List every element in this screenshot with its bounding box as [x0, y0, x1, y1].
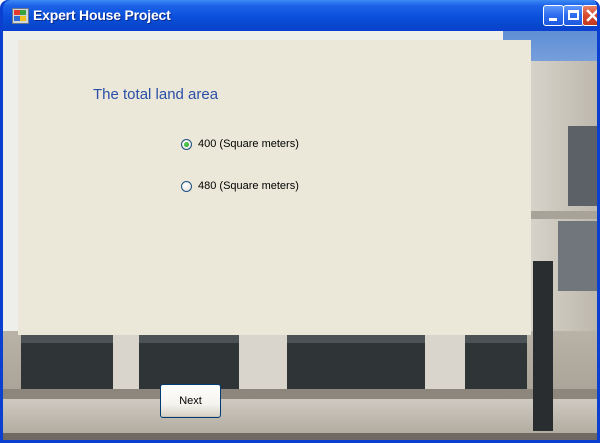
minimize-icon — [549, 18, 557, 21]
question-label: The total land area — [93, 86, 219, 103]
window-title: Expert House Project — [33, 7, 171, 23]
app-window: Expert House Project The total land area… — [0, 0, 600, 443]
maximize-button[interactable] — [563, 5, 584, 26]
next-button[interactable]: Next — [160, 384, 221, 418]
maximize-icon — [568, 10, 579, 20]
option-480-label[interactable]: 480 (Square meters) — [198, 180, 299, 192]
close-button[interactable] — [582, 5, 597, 26]
minimize-button[interactable] — [543, 5, 564, 26]
radio-selected-icon[interactable] — [181, 138, 192, 150]
option-400-label[interactable]: 400 (Square meters) — [198, 138, 299, 150]
client-area: The total land area 400 (Square meters) … — [3, 31, 597, 440]
option-400-radio[interactable]: 400 (Square meters) — [181, 136, 299, 152]
question-panel: The total land area 400 (Square meters) … — [18, 40, 531, 335]
option-480-radio[interactable]: 480 (Square meters) — [181, 178, 299, 194]
close-icon — [583, 6, 597, 25]
radio-unselected-icon[interactable] — [181, 180, 192, 192]
title-bar[interactable]: Expert House Project — [3, 0, 597, 31]
app-icon[interactable] — [12, 8, 29, 24]
